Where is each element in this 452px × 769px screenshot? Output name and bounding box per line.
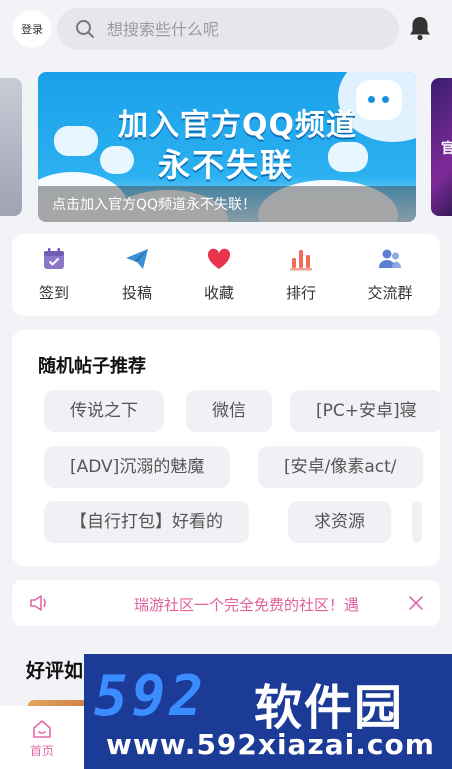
tab-home[interactable]: 首页 [0, 706, 84, 769]
post-chip[interactable]: [ADV]沉溺的魅魔 [44, 446, 231, 488]
banner-title-line1: 加入官方QQ频道 [118, 108, 358, 143]
chat-bubble-icon [54, 126, 98, 156]
chat-bubble-icon [356, 80, 402, 120]
action-checkin-label: 签到 [38, 284, 69, 302]
post-chip[interactable]: 传说之下 [44, 390, 164, 432]
chat-bubble-icon [100, 146, 134, 174]
post-chip[interactable]: 求资源 [288, 501, 391, 543]
banner-next-peek[interactable]: 官 [431, 78, 452, 216]
group-icon [379, 249, 401, 268]
notice-message: 瑞游社区一个完全免费的社区！遇 [134, 596, 360, 614]
calendar-icon [44, 248, 64, 269]
bell-icon[interactable] [406, 14, 434, 42]
action-submit-label: 投稿 [121, 284, 152, 302]
random-posts-card: 随机帖子推荐 传说之下 微信 [PC+安卓]寝 [ADV]沉溺的魅魔 [安卓/像… [12, 330, 440, 566]
action-group-chat-label: 交流群 [367, 284, 413, 302]
tab-home-label: 首页 [29, 744, 54, 758]
action-group-chat[interactable]: 交流群 [350, 246, 430, 308]
post-chip[interactable]: 微信 [186, 390, 272, 432]
home-icon [33, 720, 51, 738]
search-bar[interactable] [57, 8, 399, 50]
login-button[interactable]: 登录 [13, 10, 51, 48]
banner-next-peek-text: 官 [441, 141, 452, 157]
post-chip-peek[interactable] [412, 501, 422, 543]
random-posts-title: 随机帖子推荐 [38, 356, 146, 377]
watermark-overlay: 592 软件园 www.592xiazai.com [84, 654, 452, 769]
watermark-url: www.592xiazai.com [106, 728, 435, 761]
banner-title-line2: 永不失联 [158, 146, 295, 184]
action-checkin[interactable]: 签到 [14, 246, 94, 308]
action-ranking-label: 排行 [285, 284, 316, 302]
heart-icon [207, 248, 231, 269]
watermark-number: 592 [94, 664, 208, 729]
action-favorites-label: 收藏 [203, 284, 234, 302]
bottom-tabbar: 首页 [0, 706, 84, 769]
action-favorites[interactable]: 收藏 [179, 246, 259, 308]
search-input[interactable] [105, 18, 369, 40]
speaker-icon [30, 595, 46, 611]
post-chip[interactable]: [PC+安卓]寝 [290, 390, 440, 432]
search-icon [76, 20, 94, 38]
notice-bar[interactable]: 瑞游社区一个完全免费的社区！遇 [12, 580, 440, 626]
close-icon[interactable] [408, 595, 424, 611]
bar-chart-icon [290, 250, 312, 271]
banner-prev-peek[interactable] [0, 78, 22, 216]
banner-slide[interactable]: 加入官方QQ频道 永不失联 点击加入官方QQ频道永不失联！ [38, 72, 416, 222]
chat-bubble-icon [328, 142, 368, 172]
post-chip[interactable]: 【自行打包】好看的 [44, 501, 249, 543]
good-reviews-title: 好评如 [26, 660, 84, 682]
paper-plane-icon [126, 249, 148, 269]
banner-carousel[interactable]: 加入官方QQ频道 永不失联 点击加入官方QQ频道永不失联！ 官 [0, 72, 452, 224]
action-submit[interactable]: 投稿 [97, 246, 177, 308]
post-chip[interactable]: [安卓/像素act/ [258, 446, 423, 488]
action-ranking[interactable]: 排行 [261, 246, 341, 308]
top-header: 登录 [0, 0, 452, 64]
banner-caption: 点击加入官方QQ频道永不失联！ [52, 197, 257, 213]
quick-actions: 签到 投稿 收藏 排行 交流群 [12, 234, 440, 316]
